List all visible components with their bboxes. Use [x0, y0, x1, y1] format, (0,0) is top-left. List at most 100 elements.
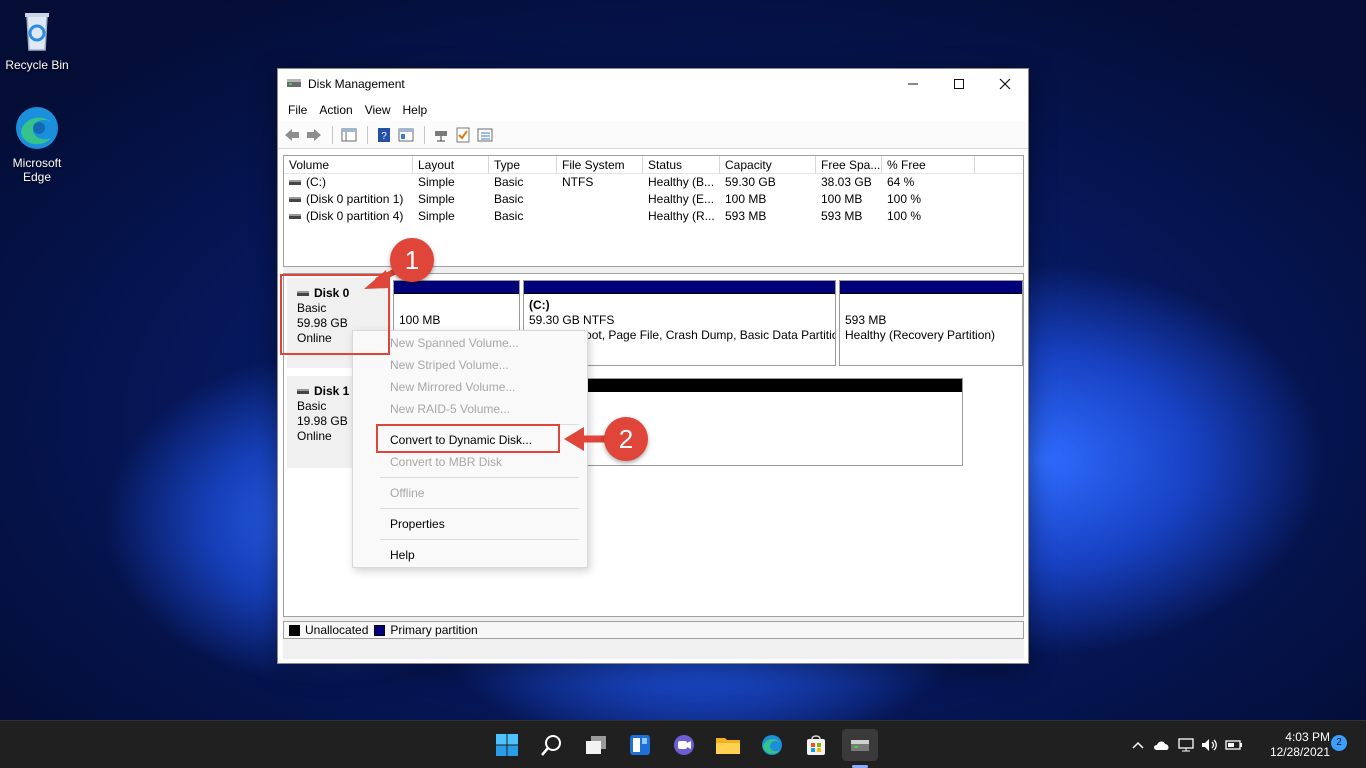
- toolbar-separator: [367, 125, 368, 144]
- volume-percent-free: 100 %: [887, 209, 922, 223]
- maximize-button[interactable]: [936, 69, 982, 99]
- menu-item-new-striped-volume[interactable]: New Striped Volume...: [353, 354, 587, 376]
- volume-free-space: 100 MB: [821, 192, 863, 206]
- disk-management-icon: [851, 740, 869, 751]
- help-button[interactable]: ?: [374, 125, 394, 145]
- task-view-button[interactable]: [580, 729, 612, 761]
- network-button[interactable]: [1174, 733, 1198, 757]
- menu-bar: File Action View Help: [278, 99, 1028, 121]
- properties-view-button[interactable]: [396, 125, 416, 145]
- volume-file-system: [557, 191, 643, 208]
- minimize-button[interactable]: [890, 69, 936, 99]
- onedrive-button[interactable]: [1150, 733, 1174, 757]
- primary-partition-bar: [840, 281, 1022, 294]
- edge-button[interactable]: [756, 729, 788, 761]
- chat-button[interactable]: [668, 729, 700, 761]
- convert-to-dynamic-highlight: [376, 424, 560, 453]
- disk-connect-icon: [435, 130, 447, 141]
- menu-item-new-mirrored-volume[interactable]: New Mirrored Volume...: [353, 376, 587, 398]
- step-2-arrow: [564, 427, 608, 451]
- volume-free-space: 38.03 GB: [821, 175, 872, 189]
- column-header-capacity[interactable]: Capacity: [720, 156, 816, 173]
- maximize-icon: [954, 79, 964, 89]
- unallocated-swatch: [289, 624, 300, 636]
- recycle-bin-icon: [13, 6, 61, 54]
- desktop-icon-edge[interactable]: Microsoft Edge: [0, 104, 74, 184]
- menu-action[interactable]: Action: [313, 103, 358, 117]
- volume-name: (C:): [306, 175, 326, 189]
- volume-capacity: 100 MB: [725, 192, 767, 206]
- back-button[interactable]: [282, 125, 302, 145]
- help-book-icon: ?: [378, 127, 390, 142]
- volume-file-system: [557, 208, 643, 225]
- clock[interactable]: 4:03 PM 12/28/2021: [1250, 730, 1330, 760]
- show-hidden-icons-button[interactable]: [1126, 733, 1150, 757]
- step-2-badge: 2: [604, 417, 648, 461]
- volume-icon: [289, 197, 301, 203]
- partition-recovery[interactable]: 593 MB Healthy (Recovery Partition): [839, 280, 1023, 366]
- partition-label: [399, 298, 519, 313]
- battery-button[interactable]: [1222, 733, 1246, 757]
- volume-type: Basic: [494, 192, 524, 206]
- file-explorer-button[interactable]: [712, 729, 744, 761]
- menu-item-new-raid5-volume[interactable]: New RAID-5 Volume...: [353, 398, 587, 420]
- column-header-free-space[interactable]: Free Spa...: [816, 156, 882, 173]
- speaker-icon: [1202, 739, 1217, 751]
- start-button[interactable]: [491, 729, 523, 761]
- partition-label: [845, 298, 1022, 313]
- disk-icon: [297, 389, 309, 395]
- volume-status: Healthy (E...: [648, 192, 715, 206]
- column-header-percent-free[interactable]: % Free: [882, 156, 975, 173]
- menu-item-convert-to-mbr-disk[interactable]: Convert to MBR Disk: [353, 451, 587, 473]
- chat-icon: [674, 735, 694, 755]
- widgets-button[interactable]: [624, 729, 656, 761]
- volume-row[interactable]: (C:) Simple Basic NTFS Healthy (B... 59.…: [284, 174, 1023, 191]
- partition-size: 593 MB: [845, 313, 887, 327]
- menu-item-properties[interactable]: Properties: [353, 513, 587, 535]
- disk-management-icon: [286, 76, 302, 93]
- toolbar-separator: [332, 125, 333, 144]
- store-button[interactable]: [800, 729, 832, 761]
- connect-button[interactable]: [431, 125, 451, 145]
- volume-capacity: 59.30 GB: [725, 175, 776, 189]
- notification-badge[interactable]: 2: [1331, 735, 1347, 751]
- volume-row[interactable]: (Disk 0 partition 1) Simple Basic Health…: [284, 191, 1023, 208]
- disk-management-taskbar-button[interactable]: [842, 729, 878, 761]
- column-header-type[interactable]: Type: [489, 156, 557, 173]
- column-header-file-system[interactable]: File System: [557, 156, 643, 173]
- disk-name: Disk 1: [314, 384, 350, 398]
- column-header-volume[interactable]: Volume: [284, 156, 413, 173]
- column-header-status[interactable]: Status: [643, 156, 720, 173]
- menu-item-help[interactable]: Help: [353, 544, 587, 566]
- partition-status: Healthy (Recovery Partition): [845, 328, 996, 342]
- menu-file[interactable]: File: [282, 103, 313, 117]
- forward-arrow-icon: [307, 128, 321, 141]
- volume-free-space: 593 MB: [821, 209, 863, 223]
- title-bar[interactable]: Disk Management: [278, 69, 1028, 99]
- toolbar: ?: [278, 121, 1028, 149]
- task-view-icon: [586, 736, 606, 754]
- volume-file-system: NTFS: [562, 175, 594, 189]
- menu-separator: [380, 477, 579, 478]
- volume-button[interactable]: [1198, 733, 1222, 757]
- volume-layout: Simple: [418, 209, 455, 223]
- taskbar: 4:03 PM 12/28/2021 2: [0, 720, 1366, 768]
- column-header-layout[interactable]: Layout: [413, 156, 489, 173]
- checklist-button[interactable]: [453, 125, 473, 145]
- clock-date: 12/28/2021: [1269, 745, 1330, 759]
- edge-icon: [762, 735, 782, 755]
- menu-help[interactable]: Help: [397, 103, 434, 117]
- toolbar-separator: [424, 125, 425, 144]
- search-button[interactable]: [536, 729, 568, 761]
- forward-button[interactable]: [304, 125, 324, 145]
- partition-size: 100 MB: [399, 313, 441, 327]
- show-hide-console-button[interactable]: [339, 125, 359, 145]
- close-button[interactable]: [982, 69, 1028, 99]
- desktop-icon-recycle-bin[interactable]: Recycle Bin: [0, 6, 74, 72]
- menu-item-offline[interactable]: Offline: [353, 482, 587, 504]
- list-view-button[interactable]: [475, 125, 495, 145]
- console-tree-icon: [341, 128, 357, 141]
- window-title: Disk Management: [308, 77, 405, 91]
- volume-row[interactable]: (Disk 0 partition 4) Simple Basic Health…: [284, 208, 1023, 225]
- menu-view[interactable]: View: [359, 103, 397, 117]
